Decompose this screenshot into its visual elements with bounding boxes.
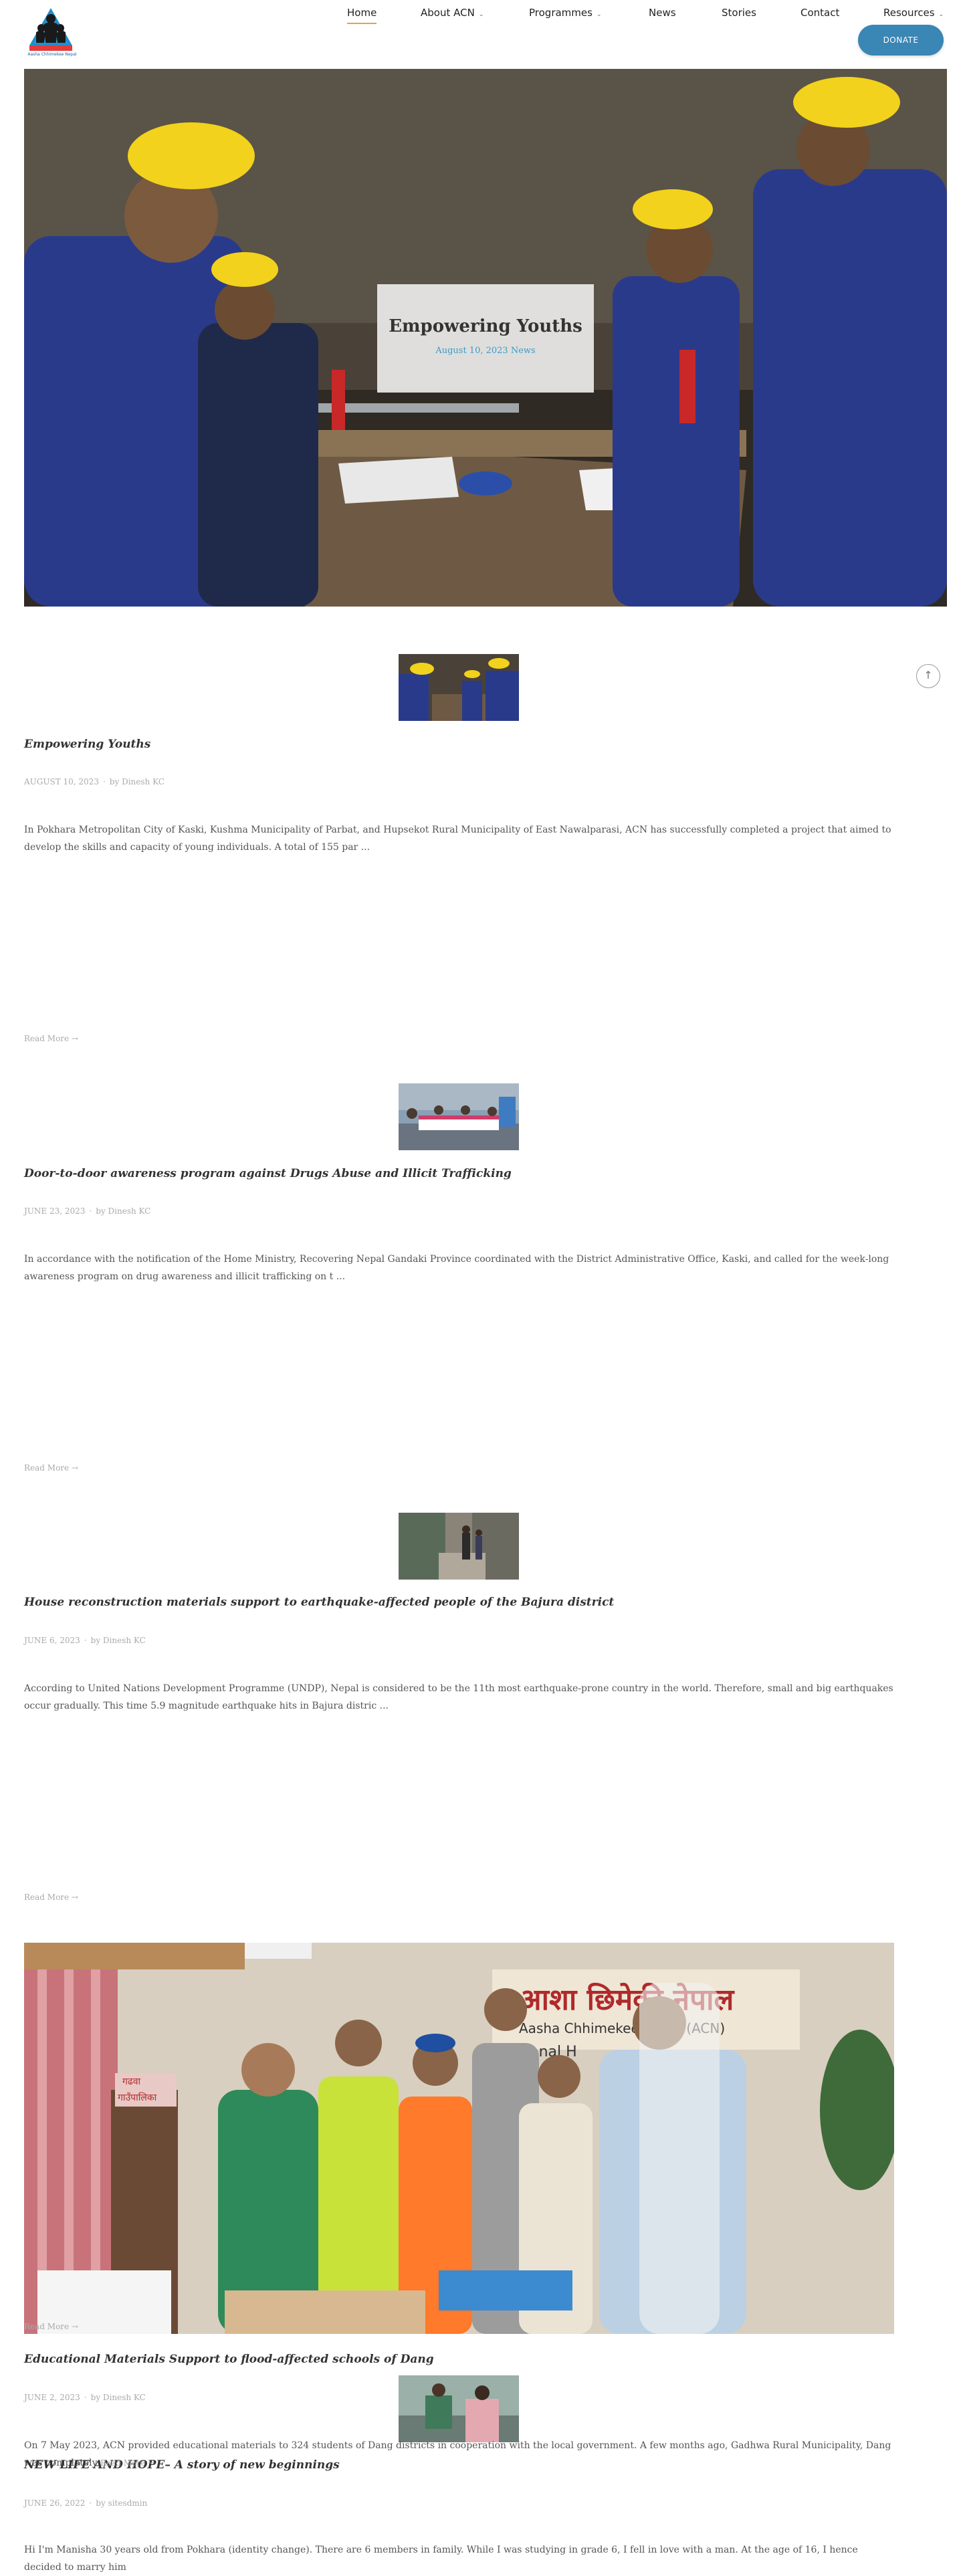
nav-item-news[interactable]: News <box>649 7 676 19</box>
post-excerpt: According to United Nations Development … <box>24 1683 893 1711</box>
post-date[interactable]: JUNE 6, 2023 <box>24 1636 80 1645</box>
nav-item-stories[interactable]: Stories <box>722 7 756 19</box>
post-thumbnail[interactable] <box>399 2375 519 2442</box>
nav-label: Stories <box>722 7 756 19</box>
chevron-down-icon: ⌄ <box>478 11 484 18</box>
post-title[interactable]: House reconstruction materials support t… <box>24 1596 614 1609</box>
read-more-link[interactable]: Read More → <box>24 1034 78 1043</box>
logo-caption: Aasha Chhimekee Nepal <box>27 52 77 57</box>
read-more-link[interactable]: Read More → <box>24 1463 78 1473</box>
post-date[interactable]: JUNE 26, 2022 <box>24 2498 85 2508</box>
post-date[interactable]: JUNE 2, 2023 <box>24 2393 80 2402</box>
main-nav: Home About ACN ⌄ Programmes ⌄ News Stories… <box>0 7 963 27</box>
featured-image[interactable]: आशा छिमेकी नेपाल Aasha Chhimekee Nepal (… <box>24 1943 894 2334</box>
donate-button[interactable]: DONATE <box>858 25 944 56</box>
nav-label: Resources <box>883 7 935 19</box>
nav-item-about[interactable]: About ACN ⌄ <box>421 7 484 19</box>
site-header: Aasha Chhimekee Nepal Home About ACN ⌄ Pr… <box>0 0 963 67</box>
post-meta: JUNE 2, 2023 · by Dinesh KC <box>24 2393 146 2402</box>
read-more-link[interactable]: Read More → <box>100 2458 154 2468</box>
sign-text: गढवा <box>122 2076 141 2087</box>
nav-item-contact[interactable]: Contact <box>800 7 839 19</box>
read-more-link[interactable]: Read More → <box>24 1893 78 1902</box>
sign-text: गाउँपालिका <box>118 2092 157 2103</box>
post-author[interactable]: by Dinesh KC <box>96 1206 150 1216</box>
post-excerpt: In Pokhara Metropolitan City of Kaski, K… <box>24 825 891 853</box>
post-meta: JUNE 23, 2023 · by Dinesh KC <box>24 1206 151 1216</box>
post-title[interactable]: Empowering Youths <box>24 738 150 751</box>
nav-label: Contact <box>800 7 840 19</box>
post-title[interactable]: Door-to-door awareness program against D… <box>24 1167 512 1180</box>
chevron-down-icon: ⌄ <box>938 11 944 18</box>
post-title[interactable]: NEW LIFE AND HOPE– A story of new beginn… <box>24 2458 340 2472</box>
post-author[interactable]: by sitesdmin <box>96 2498 147 2508</box>
post-meta: JUNE 6, 2023 · by Dinesh KC <box>24 1636 146 1645</box>
hero-slider[interactable]: Empowering Youths August 10, 2023 News <box>24 69 947 607</box>
read-more-link[interactable]: Read More → <box>24 2322 78 2331</box>
nav-label: News <box>649 7 676 19</box>
post-author[interactable]: by Dinesh KC <box>110 777 165 786</box>
nav-item-programmes[interactable]: Programmes ⌄ <box>529 7 602 19</box>
nav-label: About ACN <box>421 7 475 19</box>
post-date[interactable]: JUNE 23, 2023 <box>24 1206 85 1216</box>
nav-label: Home <box>347 7 377 19</box>
post-meta: JUNE 26, 2022 · by sitesdmin <box>24 2498 148 2508</box>
post-meta: AUGUST 10, 2023 · by Dinesh KC <box>24 777 165 786</box>
hero-caption-card[interactable]: Empowering Youths August 10, 2023 News <box>377 284 594 393</box>
post-excerpt: In accordance with the notification of t… <box>24 1254 889 1282</box>
nav-label: Programmes <box>529 7 593 19</box>
scroll-to-top-button[interactable]: ↑ <box>916 664 940 688</box>
nav-item-home[interactable]: Home <box>347 7 377 24</box>
post-date[interactable]: AUGUST 10, 2023 <box>24 777 99 786</box>
nav-item-resources[interactable]: Resources ⌄ <box>883 7 944 19</box>
post-thumbnail[interactable] <box>399 654 519 721</box>
post-title[interactable]: Educational Materials Support to flood-a… <box>24 2353 434 2366</box>
post-thumbnail[interactable] <box>399 1513 519 1580</box>
post-author[interactable]: by Dinesh KC <box>91 2393 146 2402</box>
hero-title[interactable]: Empowering Youths <box>377 316 594 336</box>
chevron-down-icon: ⌄ <box>596 11 602 18</box>
post-author[interactable]: by Dinesh KC <box>91 1636 146 1645</box>
post-thumbnail[interactable] <box>399 1083 519 1150</box>
hero-meta[interactable]: August 10, 2023 News <box>377 346 594 356</box>
arrow-up-icon: ↑ <box>924 669 933 681</box>
post-excerpt: Hi I'm Manisha 30 years old from Pokhara… <box>24 2545 858 2573</box>
